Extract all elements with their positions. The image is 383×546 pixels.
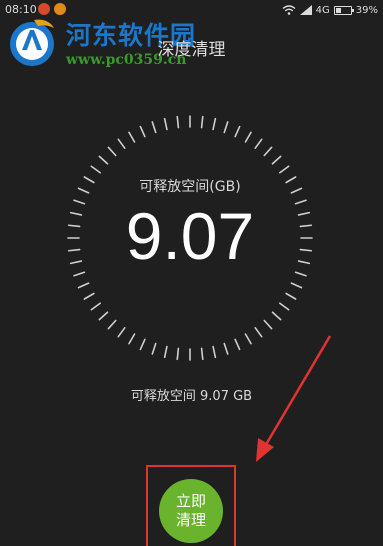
gauge-tick	[271, 155, 282, 165]
gauge-label: 可释放空间(GB)	[139, 179, 241, 195]
gauge-tick	[254, 327, 263, 338]
gauge-tick	[117, 327, 126, 338]
status-indicators: 4G 39%	[282, 3, 378, 17]
gauge-tick	[290, 282, 303, 289]
wifi-icon	[282, 5, 296, 15]
gauge-tick	[244, 333, 252, 345]
gauge-tick	[263, 319, 273, 330]
gauge-tick	[151, 121, 157, 134]
gauge-tick	[176, 347, 180, 361]
gauge-tick	[234, 338, 241, 351]
gauge-tick	[223, 121, 229, 134]
gauge-tick	[223, 342, 229, 355]
page-title: 深度清理	[157, 40, 226, 60]
summary-text: 可释放空间 9.07 GB	[130, 389, 253, 404]
clean-now-label-line1: 立即	[175, 492, 206, 510]
gauge-tick	[128, 131, 136, 143]
gauge-tick	[271, 311, 282, 321]
gauge-tick	[285, 292, 297, 300]
gauge-tick	[107, 146, 117, 157]
gauge-tick	[151, 342, 157, 355]
app-screen: 08:10 4G 39% 河东软件园 www.pc0359.cn 深度清理 可释…	[0, 0, 383, 546]
gauge-tick	[139, 338, 146, 351]
gauge-tick	[107, 319, 117, 330]
gauge-tick	[117, 138, 126, 149]
signal-icon	[299, 5, 312, 15]
gauge-tick	[234, 125, 241, 138]
gauge-tick	[90, 165, 101, 174]
gauge-value: 9.07	[125, 199, 255, 273]
gauge-tick	[263, 146, 273, 157]
gauge-tick	[244, 131, 252, 143]
gauge-tick	[212, 345, 217, 359]
gauge-tick	[279, 165, 290, 174]
battery-percent: 39%	[355, 4, 378, 16]
clean-now-label-line2: 清理	[175, 511, 206, 529]
gauge-tick	[212, 117, 217, 131]
gauge-tick	[128, 333, 136, 345]
battery-fill	[335, 7, 341, 13]
gauge-tick	[77, 282, 90, 289]
gauge-tick	[176, 115, 180, 129]
gauge-tick	[279, 302, 290, 311]
gauge-tick	[83, 292, 95, 300]
gauge-tick	[200, 115, 204, 129]
gauge-tick	[254, 138, 263, 149]
gauge-tick	[139, 125, 146, 138]
gauge-tick	[163, 345, 168, 359]
gauge-tick	[200, 347, 204, 361]
clean-now-button[interactable]: 立即 清理	[159, 479, 223, 543]
gauge-tick	[98, 155, 109, 165]
space-gauge: 可释放空间(GB) 9.07	[65, 113, 315, 363]
gauge-tick	[98, 311, 109, 321]
gauge-tick	[163, 117, 168, 131]
gauge-tick	[90, 302, 101, 311]
network-type: 4G	[315, 4, 330, 16]
battery-icon	[333, 5, 354, 15]
